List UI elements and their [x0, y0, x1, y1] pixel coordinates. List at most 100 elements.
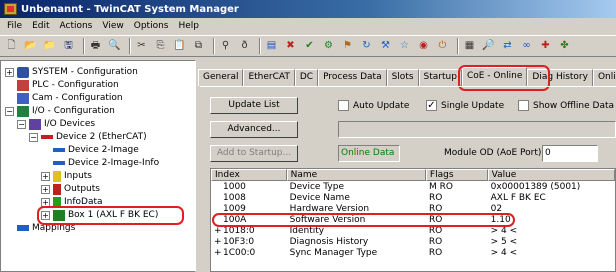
solution-tree[interactable]: + SYSTEM - Configuration PLC - Configura… — [0, 60, 196, 272]
add-to-startup-button[interactable]: Add to Startup... — [210, 145, 298, 162]
table-view-icon[interactable]: ▦ — [462, 39, 477, 54]
menu-edit[interactable]: Edit — [27, 21, 54, 31]
tree-item-cam[interactable]: Cam - Configuration — [17, 92, 123, 104]
copy-tree-icon[interactable]: ⧉ — [191, 39, 206, 54]
row-expander[interactable]: + — [214, 248, 223, 259]
show-offline-data-checkbox[interactable]: Show Offline Data — [518, 99, 614, 112]
tab-dc[interactable]: DC — [294, 69, 319, 86]
menu-view[interactable]: View — [97, 21, 128, 31]
print-preview-icon[interactable]: 🔍 — [107, 39, 122, 54]
row-expander[interactable]: + — [214, 226, 223, 237]
tree-item-label: I/O Devices — [44, 119, 96, 129]
outputs-icon — [53, 183, 61, 195]
toolbar-separator — [457, 38, 459, 54]
cut-icon[interactable]: ✂ — [134, 39, 149, 54]
free-run-icon[interactable]: ☆ — [397, 39, 412, 54]
tab-strip: General EtherCAT DC Process Data Slots S… — [198, 67, 616, 86]
table-row[interactable]: 1000 Device Type M RO 0x00001389 (5001) — [211, 182, 615, 193]
single-update-checkbox[interactable]: ✓ Single Update — [426, 99, 504, 112]
collapse-icon[interactable]: − — [5, 106, 14, 116]
copy-icon[interactable]: ⎘ — [153, 39, 168, 54]
row-flags: RO — [428, 237, 443, 247]
column-header-name[interactable]: Name — [286, 169, 426, 181]
online-data-field: Online Data — [338, 145, 400, 162]
find-icon[interactable]: ⚲ — [218, 39, 233, 54]
tab-startup[interactable]: Startup — [418, 69, 462, 86]
coe-object-table[interactable]: Index Name Flags Value 1000 Device Type … — [210, 168, 616, 272]
toolbar-separator — [129, 38, 131, 54]
tree-item-outputs[interactable]: + Outputs — [41, 183, 100, 195]
tree-item-label: Device 2-Image-Info — [68, 158, 160, 168]
tree-item-plc[interactable]: PLC - Configuration — [17, 79, 119, 91]
image-info-icon — [53, 161, 65, 165]
generate-mappings-icon[interactable]: ⚙ — [321, 39, 336, 54]
find-next-icon[interactable]: ð — [237, 39, 252, 54]
checkbox-label: Show Offline Data — [533, 100, 615, 111]
paste-icon[interactable]: 📋 — [172, 39, 187, 54]
checkbox-box — [518, 100, 529, 111]
restart-icon[interactable]: ↻ — [359, 39, 374, 54]
activate-config-icon[interactable]: ⚑ — [340, 39, 355, 54]
title-bar[interactable]: Unbenannt - TwinCAT System Manager — [0, 0, 616, 18]
toggle-mode-icon[interactable]: ⏻ — [435, 39, 450, 54]
io-icon — [17, 105, 29, 117]
table-row[interactable]: +1C00:0 Sync Manager Type RO > 4 < — [211, 248, 615, 259]
update-list-button[interactable]: Update List — [210, 97, 298, 114]
config-mode-icon[interactable]: ⚒ — [378, 39, 393, 54]
menu-help[interactable]: Help — [173, 21, 204, 31]
check-icon[interactable]: ✔ — [302, 39, 317, 54]
open-icon[interactable]: 📂 — [23, 39, 38, 54]
module-od-input[interactable]: 0 — [542, 145, 598, 162]
tree-item-io[interactable]: − I/O - Configuration — [5, 105, 115, 117]
window-title: Unbenannt - TwinCAT System Manager — [21, 3, 239, 15]
row-name: Identity — [289, 226, 325, 236]
row-value: AXL F BK EC — [490, 193, 546, 203]
delete-icon[interactable]: ✖ — [283, 39, 298, 54]
settings-icon[interactable]: ✤ — [557, 39, 572, 54]
save-icon[interactable]: 🖫 — [61, 39, 76, 54]
tree-item-device2[interactable]: − Device 2 (EtherCAT) — [29, 131, 147, 143]
print-icon[interactable]: 🖶 — [88, 39, 103, 54]
expand-icon[interactable]: + — [41, 171, 50, 181]
tab-slots[interactable]: Slots — [386, 69, 419, 86]
row-expander[interactable]: + — [214, 237, 223, 248]
mappings-icon — [17, 225, 29, 231]
menu-file[interactable]: File — [2, 21, 27, 31]
column-header-index[interactable]: Index — [211, 169, 287, 181]
auto-update-checkbox[interactable]: Auto Update — [338, 99, 409, 112]
advanced-button[interactable]: Advanced... — [210, 121, 298, 138]
tree-item-io-devices[interactable]: − I/O Devices — [17, 118, 95, 130]
tree-item-device2-image[interactable]: Device 2-Image — [53, 144, 139, 156]
table-row[interactable]: +10F3:0 Diagnosis History RO > 5 < — [211, 237, 615, 248]
tab-ethercat[interactable]: EtherCAT — [243, 69, 295, 86]
column-header-value[interactable]: Value — [487, 169, 615, 181]
menu-options[interactable]: Options — [129, 21, 174, 31]
tab-process-data[interactable]: Process Data — [318, 69, 387, 86]
tree-item-label: Cam - Configuration — [32, 93, 123, 103]
row-flags: RO — [428, 226, 443, 236]
new-icon[interactable]: 🗋 — [4, 39, 19, 54]
zoom-icon[interactable]: 🔎 — [481, 39, 496, 54]
menu-actions[interactable]: Actions — [55, 21, 98, 31]
tree-item-inputs[interactable]: + Inputs — [41, 170, 92, 182]
append-device-icon[interactable]: ▤ — [264, 39, 279, 54]
tree-item-label: Device 2 (EtherCAT) — [56, 132, 147, 142]
tab-general[interactable]: General — [198, 69, 244, 86]
collapse-icon[interactable]: − — [29, 132, 38, 142]
column-header-flags[interactable]: Flags — [425, 169, 488, 181]
collapse-icon[interactable]: − — [17, 119, 26, 129]
tree-item-system[interactable]: + SYSTEM - Configuration — [5, 66, 138, 78]
table-row[interactable]: +1018:0 Identity RO > 4 < — [211, 226, 615, 237]
open-folder-icon[interactable]: 📁 — [42, 39, 57, 54]
tree-item-device2-image-info[interactable]: Device 2-Image-Info — [53, 157, 159, 169]
software-version-highlight — [212, 213, 515, 227]
expand-icon[interactable]: + — [5, 67, 14, 77]
target-icon[interactable]: ✚ — [538, 39, 553, 54]
tab-online[interactable]: Online — [592, 69, 616, 86]
scan-devices-icon[interactable]: ◉ — [416, 39, 431, 54]
cam-icon — [17, 92, 29, 104]
table-row[interactable]: 1008 Device Name RO AXL F BK EC — [211, 193, 615, 204]
route-icon[interactable]: ⇄ — [500, 39, 515, 54]
var-icon[interactable]: ∞ — [519, 39, 534, 54]
expand-icon[interactable]: + — [41, 184, 50, 194]
